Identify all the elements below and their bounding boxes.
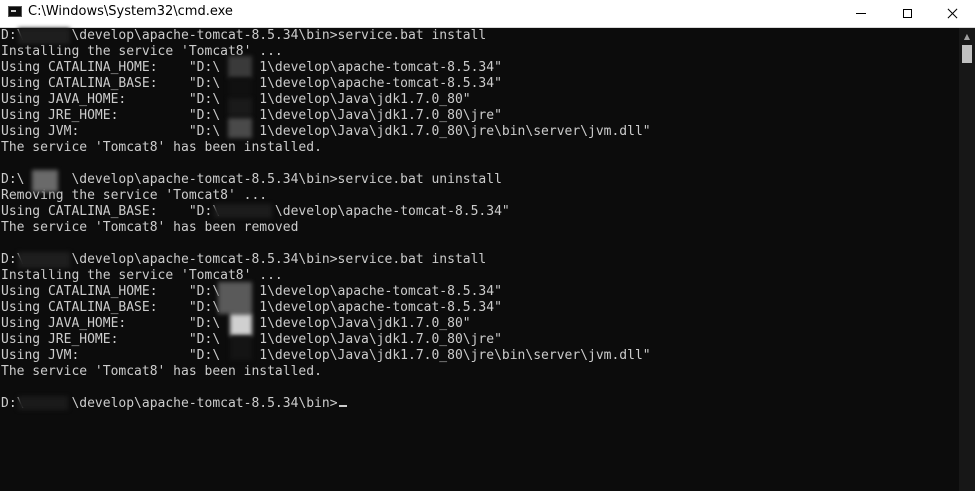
console-output[interactable]: D:\ \develop\apache-tomcat-8.5.34\bin>se… — [0, 28, 958, 491]
console-line: D:\ \develop\apache-tomcat-8.5.34\bin>se… — [1, 172, 502, 187]
console-line: Removing the service 'Tomcat8' ... — [1, 188, 268, 203]
console-line: Using CATALINA_HOME: "D:\ 1\develop\apac… — [1, 60, 502, 75]
title-bar[interactable]: C:\Windows\System32\cmd.exe — [0, 0, 975, 28]
minimize-icon — [856, 13, 866, 14]
console-line: Using CATALINA_HOME: "D:\ 1\develop\apac… — [1, 284, 502, 299]
console-line: The service 'Tomcat8' has been installed… — [1, 364, 322, 379]
maximize-button[interactable] — [884, 0, 930, 27]
console-line: Using JRE_HOME: "D:\ 1\develop\Java\jdk1… — [1, 332, 502, 347]
console-line: Using JVM: "D:\ 1\develop\Java\jdk1.7.0_… — [1, 348, 651, 363]
console-line: Using JAVA_HOME: "D:\ 1\develop\Java\jdk… — [1, 92, 471, 107]
console-line: The service 'Tomcat8' has been installed… — [1, 140, 322, 155]
console-prompt: D:\ \develop\apache-tomcat-8.5.34\bin> — [1, 396, 338, 411]
console-line: The service 'Tomcat8' has been removed — [1, 220, 299, 235]
console-line: D:\ \develop\apache-tomcat-8.5.34\bin>se… — [1, 28, 487, 43]
console-line: Using JAVA_HOME: "D:\ 1\develop\Java\jdk… — [1, 316, 471, 331]
scroll-thumb[interactable] — [962, 45, 972, 63]
console-line: Using JRE_HOME: "D:\ 1\develop\Java\jdk1… — [1, 108, 502, 123]
console-prompt-line: D:\ \develop\apache-tomcat-8.5.34\bin> — [0, 396, 958, 412]
vertical-scrollbar[interactable]: ▲ — [959, 28, 975, 491]
console-line: Using CATALINA_BASE: "D:\ \develop\apach… — [1, 204, 510, 219]
close-button[interactable] — [929, 0, 975, 27]
window-title: C:\Windows\System32\cmd.exe — [28, 4, 233, 19]
console-line: Installing the service 'Tomcat8' ... — [1, 44, 283, 59]
console-line: Installing the service 'Tomcat8' ... — [1, 268, 283, 283]
close-icon — [947, 8, 958, 19]
console-line: Using CATALINA_BASE: "D:\ 1\develop\apac… — [1, 76, 502, 91]
console-line: D:\ \develop\apache-tomcat-8.5.34\bin>se… — [1, 252, 487, 267]
console-line: Using JVM: "D:\ 1\develop\Java\jdk1.7.0_… — [1, 124, 651, 139]
console-line: Using CATALINA_BASE: "D:\ 1\develop\apac… — [1, 300, 502, 315]
maximize-icon — [902, 9, 912, 18]
cmd-icon[interactable] — [8, 6, 22, 17]
minimize-button[interactable] — [838, 0, 884, 27]
text-cursor — [338, 405, 347, 407]
scroll-up-icon[interactable]: ▲ — [959, 28, 975, 44]
